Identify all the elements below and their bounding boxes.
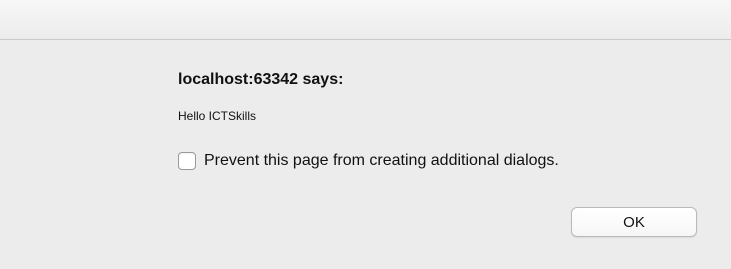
- prevent-dialogs-checkbox[interactable]: [178, 152, 196, 170]
- dialog-title-strip: [0, 0, 731, 40]
- dialog-title: localhost:63342 says:: [178, 71, 344, 88]
- alert-dialog: localhost:63342 says: Hello ICTSkills Pr…: [0, 0, 731, 269]
- prevent-dialogs-row[interactable]: Prevent this page from creating addition…: [178, 152, 559, 170]
- ok-button[interactable]: OK: [571, 207, 697, 237]
- dialog-body: localhost:63342 says: Hello ICTSkills Pr…: [0, 40, 731, 269]
- prevent-dialogs-label[interactable]: Prevent this page from creating addition…: [204, 152, 559, 170]
- dialog-message: Hello ICTSkills: [178, 109, 257, 123]
